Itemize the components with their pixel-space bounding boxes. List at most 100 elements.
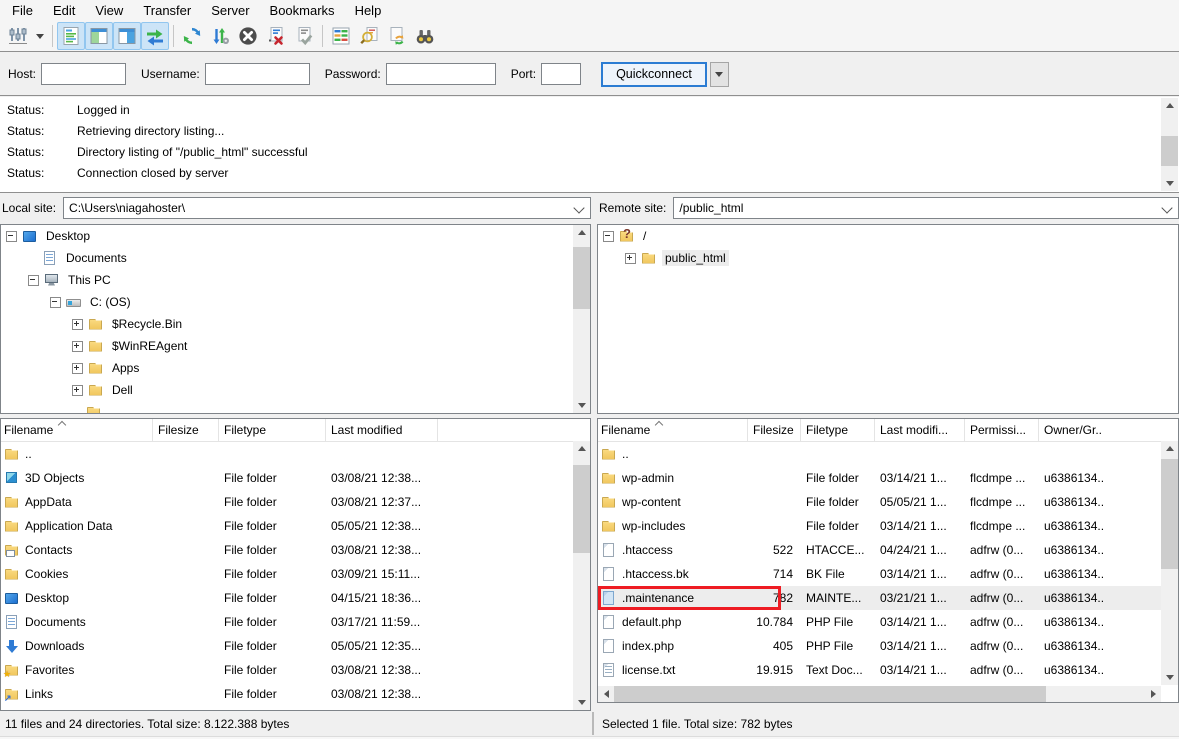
scroll-down-icon[interactable] [1161, 176, 1178, 191]
remote-site-combo[interactable]: /public_html [673, 197, 1179, 219]
file-row[interactable]: Application Data File folder 05/05/21 12… [1, 514, 590, 538]
expander-icon[interactable] [625, 253, 636, 264]
scroll-thumb[interactable] [573, 465, 590, 553]
chevron-down-icon[interactable] [573, 202, 584, 213]
scroll-up-icon[interactable] [1161, 441, 1178, 456]
scroll-right-icon[interactable] [1145, 686, 1161, 702]
synchronized-browsing-icon[interactable] [383, 22, 411, 50]
scroll-thumb[interactable] [614, 686, 1046, 702]
quickconnect-dropdown-button[interactable] [710, 62, 729, 87]
expander-icon[interactable] [72, 341, 83, 352]
local-site-combo[interactable]: C:\Users\niagahoster\ [63, 197, 591, 219]
expander-icon[interactable] [6, 231, 17, 242]
expander-icon[interactable] [28, 275, 39, 286]
file-row[interactable]: .maintenance 782 MAINTE... 03/21/21 1...… [598, 586, 1178, 610]
expander-icon[interactable] [603, 231, 614, 242]
file-row[interactable]: wp-admin File folder 03/14/21 1... flcdm… [598, 466, 1178, 490]
scroll-thumb[interactable] [573, 247, 590, 309]
file-row[interactable]: AppData File folder 03/08/21 12:37... [1, 490, 590, 514]
menu-item[interactable]: Transfer [133, 1, 201, 20]
file-search-icon[interactable] [355, 22, 383, 50]
local-tree-toggle-icon[interactable] [85, 22, 113, 50]
column-header[interactable]: Filename [1, 419, 153, 441]
file-row[interactable]: .htaccess.bk 714 BK File 03/14/21 1... a… [598, 562, 1178, 586]
local-tree-scrollbar[interactable] [573, 225, 590, 413]
column-header[interactable] [438, 419, 590, 441]
menu-item[interactable]: View [85, 1, 133, 20]
column-header[interactable]: Last modified [326, 419, 438, 441]
tree-item[interactable]: This PC [1, 269, 590, 291]
tree-item[interactable]: / [598, 225, 1178, 247]
file-row[interactable]: index.php 405 PHP File 03/14/21 1... adf… [598, 634, 1178, 658]
tree-item[interactable]: Dell [1, 379, 590, 401]
scroll-up-icon[interactable] [573, 225, 590, 240]
tree-item[interactable]: $WinREAgent [1, 335, 590, 357]
column-header[interactable]: Filesize [748, 419, 801, 441]
tree-item[interactable]: Desktop [1, 225, 590, 247]
column-header[interactable]: Permissi... [965, 419, 1039, 441]
scroll-down-icon[interactable] [573, 398, 590, 413]
refresh-icon[interactable] [178, 22, 206, 50]
expander-icon[interactable] [72, 385, 83, 396]
column-header[interactable]: Filesize [153, 419, 219, 441]
file-row[interactable]: Documents File folder 03/17/21 11:59... [1, 610, 590, 634]
cancel-icon[interactable] [234, 22, 262, 50]
port-input[interactable] [541, 63, 581, 85]
find-files-icon[interactable] [411, 22, 439, 50]
scroll-thumb[interactable] [1161, 459, 1178, 569]
file-row[interactable]: .. [1, 442, 590, 466]
file-row[interactable]: default.php 10.784 PHP File 03/14/21 1..… [598, 610, 1178, 634]
column-header[interactable]: Filename [598, 419, 748, 441]
menu-item[interactable]: Bookmarks [260, 1, 345, 20]
tree-item[interactable]: Apps [1, 357, 590, 379]
tree-item[interactable] [1, 401, 590, 414]
expander-icon[interactable] [72, 319, 83, 330]
tree-item[interactable]: Documents [1, 247, 590, 269]
column-header[interactable]: Owner/Gr.. [1039, 419, 1161, 441]
site-manager-icon[interactable] [4, 22, 32, 50]
expander-icon[interactable] [50, 297, 61, 308]
file-row[interactable]: Downloads File folder 05/05/21 12:35... [1, 634, 590, 658]
log-scrollbar[interactable] [1161, 98, 1178, 191]
scroll-thumb[interactable] [1161, 136, 1178, 166]
tree-item[interactable]: $Recycle.Bin [1, 313, 590, 335]
scroll-down-icon[interactable] [573, 695, 590, 710]
file-row[interactable]: .htaccess 522 HTACCE... 04/24/21 1... ad… [598, 538, 1178, 562]
scroll-up-icon[interactable] [573, 441, 590, 456]
remote-list-hscrollbar[interactable] [598, 686, 1161, 702]
remote-list-scrollbar[interactable] [1161, 441, 1178, 685]
scroll-left-icon[interactable] [598, 686, 614, 702]
column-header[interactable]: Filetype [219, 419, 326, 441]
file-row[interactable]: Links File folder 03/08/21 12:38... [1, 682, 590, 706]
file-row[interactable]: Desktop File folder 04/15/21 18:36... [1, 586, 590, 610]
file-row[interactable]: Cookies File folder 03/09/21 15:11... [1, 562, 590, 586]
site-manager-dropdown-icon[interactable] [32, 22, 48, 50]
file-row[interactable]: Contacts File folder 03/08/21 12:38... [1, 538, 590, 562]
reconnect-icon[interactable] [290, 22, 318, 50]
expander-icon[interactable] [72, 408, 81, 415]
username-input[interactable] [205, 63, 310, 85]
menu-item[interactable]: Server [201, 1, 259, 20]
directory-comparison-icon[interactable] [327, 22, 355, 50]
quickconnect-button[interactable]: Quickconnect [601, 62, 707, 87]
expander-icon[interactable] [72, 363, 83, 374]
file-row[interactable]: wp-content File folder 05/05/21 1... flc… [598, 490, 1178, 514]
menu-item[interactable]: File [2, 1, 43, 20]
remote-tree-toggle-icon[interactable] [113, 22, 141, 50]
scroll-down-icon[interactable] [1161, 670, 1178, 685]
file-row[interactable]: license.txt 19.915 Text Doc... 03/14/21 … [598, 658, 1178, 682]
scroll-up-icon[interactable] [1161, 98, 1178, 113]
file-row[interactable]: wp-includes File folder 03/14/21 1... fl… [598, 514, 1178, 538]
tree-item[interactable]: C: (OS) [1, 291, 590, 313]
column-header[interactable]: Last modifi... [875, 419, 965, 441]
file-row[interactable]: 3D Objects File folder 03/08/21 12:38... [1, 466, 590, 490]
host-input[interactable] [41, 63, 126, 85]
column-header[interactable]: Filetype [801, 419, 875, 441]
disconnect-icon[interactable] [262, 22, 290, 50]
menu-item[interactable]: Help [345, 1, 392, 20]
message-log-toggle-icon[interactable] [57, 22, 85, 50]
expander-icon[interactable] [28, 254, 37, 263]
process-queue-icon[interactable] [206, 22, 234, 50]
menu-item[interactable]: Edit [43, 1, 85, 20]
chevron-down-icon[interactable] [1161, 202, 1172, 213]
